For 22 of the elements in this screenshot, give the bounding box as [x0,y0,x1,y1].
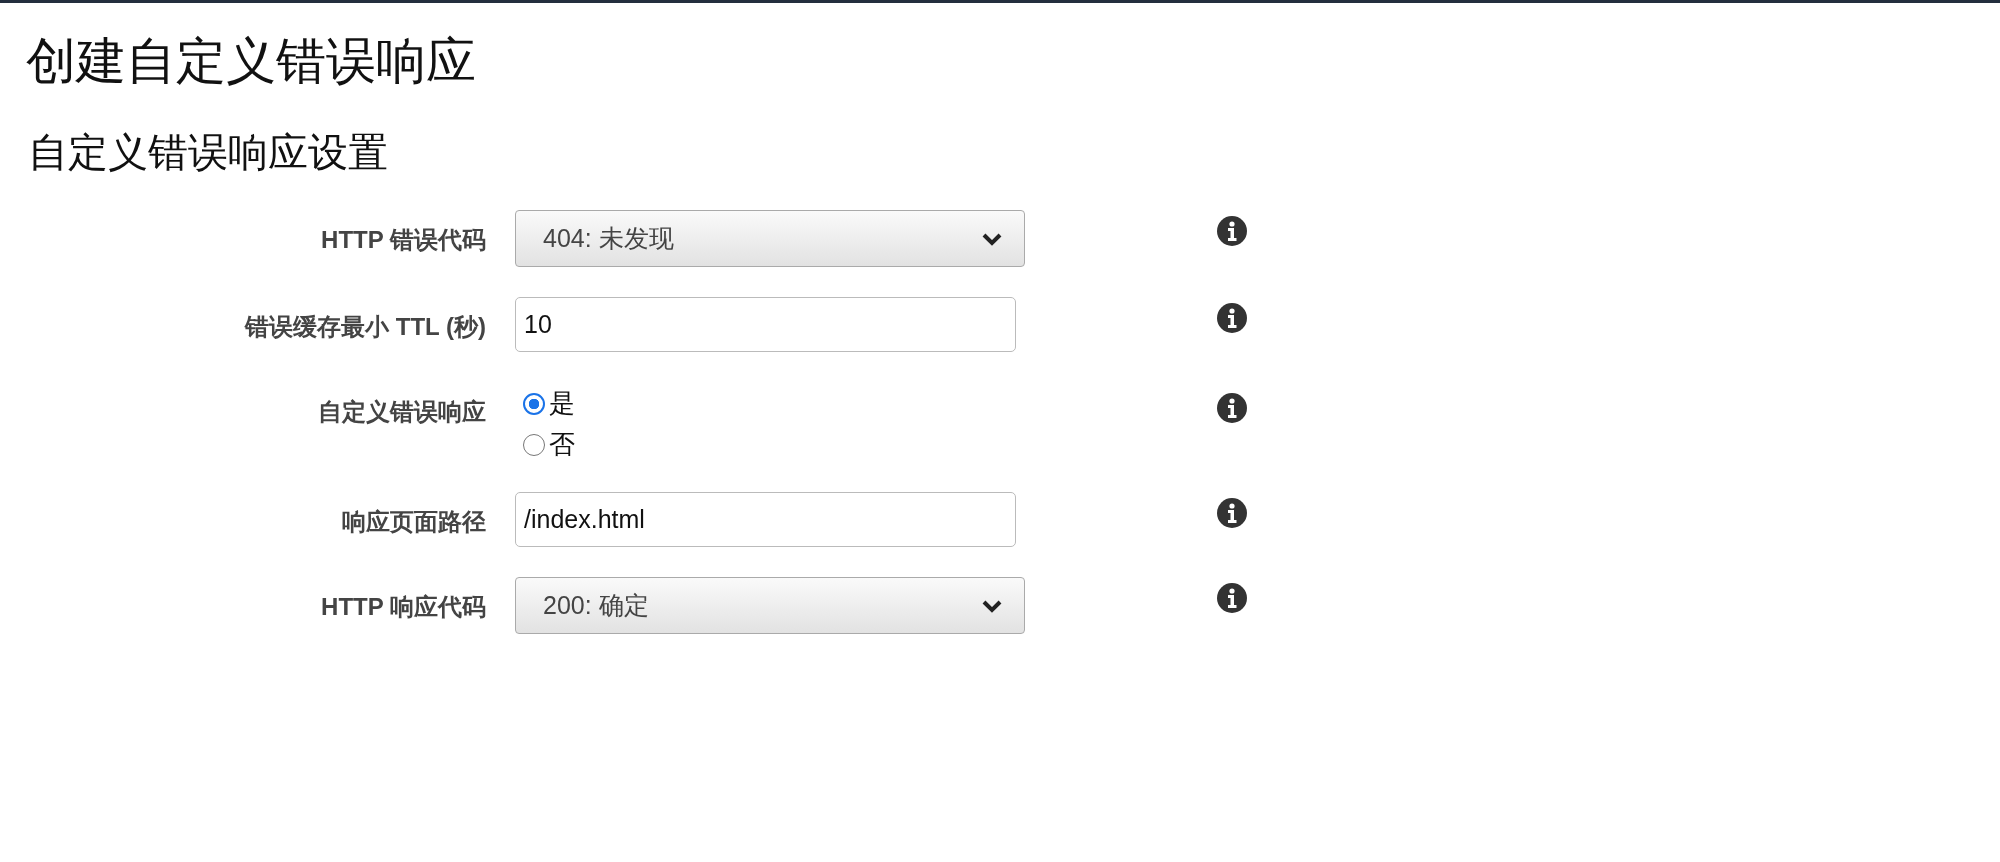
section-heading: 自定义错误响应设置 [28,129,389,176]
info-icon[interactable] [1216,392,1248,424]
radio-option[interactable]: 是 [523,386,1030,421]
info-icon[interactable] [1216,302,1248,334]
radio-button[interactable] [523,392,545,415]
info-icon[interactable] [1216,582,1248,614]
field-label: 响应页面路径 [342,507,486,537]
field-label: 错误缓存最小 TTL (秒) [245,312,486,342]
info-icon[interactable] [1216,497,1248,529]
info-icon[interactable] [1216,215,1248,247]
field-label: 自定义错误响应 [318,397,486,427]
chevron-down-icon [982,231,1002,246]
field-label: HTTP 错误代码 [321,225,486,255]
dropdown[interactable]: 200: 确定 [515,577,1025,634]
page-title: 创建自定义错误响应 [26,32,477,91]
radio-option[interactable]: 否 [523,427,1030,462]
radio-button[interactable] [523,433,545,456]
input-field[interactable]: 10 [515,297,1016,352]
field-label: HTTP 响应代码 [321,592,486,622]
chevron-down-icon [982,598,1002,613]
dropdown[interactable]: 404: 未发现 [515,210,1025,267]
input-field[interactable]: /index.html [515,492,1016,547]
